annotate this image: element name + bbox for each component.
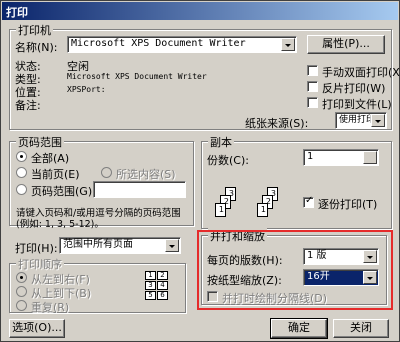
- printer-group-title: 打印机: [16, 22, 53, 38]
- pages-radio[interactable]: [16, 184, 27, 195]
- print-what-value: 范围中所有页面: [63, 239, 133, 250]
- copies-group-title: 副本: [208, 134, 234, 150]
- scale-to-paper-dropdown[interactable]: 16开: [303, 269, 379, 286]
- close-button[interactable]: 关闭: [333, 319, 389, 338]
- paper-source-dropdown[interactable]: 使用打印机设置: [335, 112, 387, 129]
- scale-to-paper-value: 16开: [307, 271, 330, 282]
- left-to-right-radio[interactable]: [16, 272, 27, 283]
- page-icon: 1: [215, 203, 226, 217]
- comment-label: 备注:: [15, 99, 41, 112]
- print-dialog: 打印 打印机 名称(N): Microsoft XPS Document Wri…: [0, 0, 400, 342]
- print-to-file-label[interactable]: 打印到文件(L): [322, 96, 392, 112]
- location-value: XPSPort:: [67, 85, 106, 94]
- draw-borders-checkbox[interactable]: [207, 291, 218, 302]
- print-what-dropdown[interactable]: 范围中所有页面: [59, 237, 181, 254]
- page-icon: 1: [257, 203, 268, 217]
- ok-button[interactable]: 确定: [270, 318, 328, 339]
- chevron-down-icon[interactable]: [165, 239, 179, 252]
- current-page-radio[interactable]: [16, 167, 27, 178]
- copies-count-input[interactable]: 1: [303, 149, 379, 166]
- selection-radio[interactable]: [101, 167, 112, 178]
- options-button[interactable]: 选项(O)...: [9, 319, 65, 338]
- page-range-hint-line2: (例如: 1, 3, 5-12)。: [16, 219, 104, 230]
- pages-label[interactable]: 页码范围(G):: [31, 183, 96, 199]
- paper-source-label: 纸张来源(S):: [245, 117, 309, 130]
- pages-per-sheet-value: 1 版: [307, 250, 327, 261]
- selection-label[interactable]: 所选内容(S): [116, 166, 176, 182]
- grid-cell: 3: [145, 281, 156, 290]
- draw-borders-label[interactable]: 并打时绘制分隔线(D): [222, 290, 327, 306]
- collate-checkbox[interactable]: [303, 195, 314, 208]
- pages-per-sheet-label: 每页的版数(H):: [207, 254, 283, 267]
- grid-cell: 4: [157, 281, 168, 290]
- repeat-label[interactable]: 重复(R): [31, 299, 69, 315]
- reverse-print-checkbox[interactable]: [307, 81, 318, 92]
- chevron-down-icon[interactable]: [363, 250, 377, 263]
- grid-cell: 1: [145, 271, 156, 280]
- chevron-down-icon[interactable]: [363, 271, 377, 284]
- all-pages-label[interactable]: 全部(A): [31, 150, 69, 166]
- spin-buttons-icon[interactable]: [363, 151, 377, 164]
- page-range-group-title: 页码范围: [16, 134, 64, 150]
- print-order-group-title: 打印顺序: [16, 256, 64, 272]
- reverse-print-label[interactable]: 反片打印(W): [322, 80, 385, 96]
- printer-name-value: Microsoft XPS Document Writer: [71, 38, 246, 49]
- manual-duplex-label[interactable]: 手动双面打印(X): [322, 64, 400, 80]
- all-pages-radio[interactable]: [16, 151, 27, 162]
- collate-label[interactable]: 逐份打印(T): [318, 196, 377, 212]
- copies-count-label: 份数(C):: [207, 154, 249, 167]
- properties-button[interactable]: 属性(P)...: [307, 35, 385, 54]
- chevron-down-icon[interactable]: [281, 38, 295, 51]
- repeat-radio[interactable]: [16, 300, 27, 311]
- manual-duplex-checkbox[interactable]: [307, 65, 318, 76]
- chevron-down-icon[interactable]: [371, 114, 385, 127]
- printer-name-label: 名称(N):: [15, 41, 58, 54]
- top-to-bottom-radio[interactable]: [16, 286, 27, 297]
- type-value: Microsoft XPS Document Writer: [67, 72, 207, 81]
- current-page-label[interactable]: 当前页(E): [31, 166, 80, 182]
- print-to-file-checkbox[interactable]: [307, 97, 318, 108]
- window-title: 打印: [6, 6, 28, 19]
- pages-per-sheet-dropdown[interactable]: 1 版: [303, 248, 379, 265]
- pages-input[interactable]: [93, 181, 186, 198]
- grid-cell: 6: [157, 291, 168, 300]
- copies-count-value: 1: [307, 151, 314, 162]
- printer-name-dropdown[interactable]: Microsoft XPS Document Writer: [67, 36, 297, 53]
- title-bar[interactable]: 打印: [2, 2, 398, 20]
- grid-cell: 2: [157, 271, 168, 280]
- scale-to-paper-label: 按纸型缩放(Z):: [207, 274, 282, 287]
- print-what-label: 打印(H):: [15, 242, 58, 255]
- grid-cell: 5: [145, 291, 156, 300]
